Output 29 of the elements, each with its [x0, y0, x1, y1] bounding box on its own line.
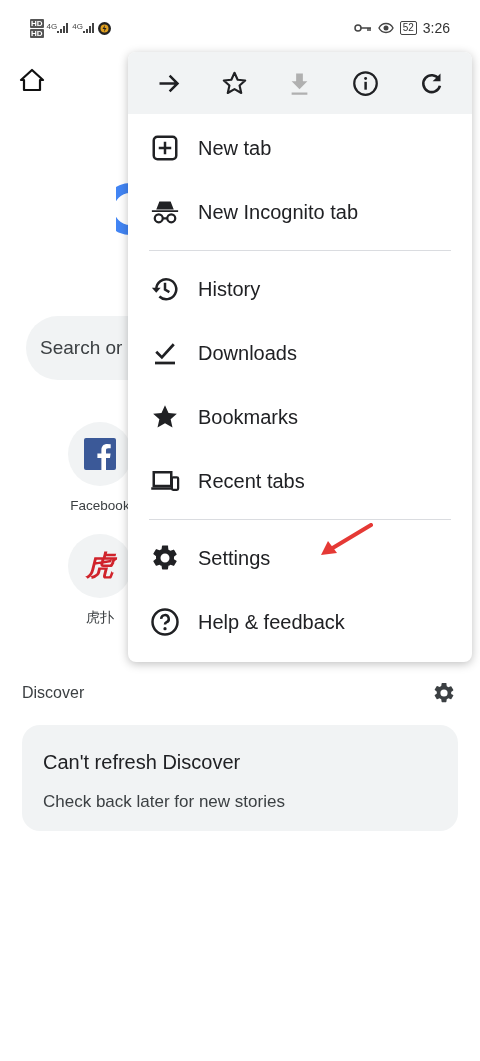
signal-icon: [57, 23, 70, 33]
menu-item[interactable]: New tab: [128, 116, 472, 180]
sim-badge: HD: [30, 18, 44, 28]
key-icon: [353, 23, 372, 33]
signal-icon: [82, 23, 95, 33]
facebook-icon: [84, 438, 116, 470]
sim-badge: HD: [30, 28, 44, 38]
network-label: 4G: [46, 23, 58, 31]
menu-item[interactable]: Recent tabs: [128, 449, 472, 513]
eye-icon: [377, 22, 394, 34]
help-icon: [150, 607, 180, 637]
menu-item[interactable]: Bookmarks: [128, 385, 472, 449]
plus-square-icon: [150, 133, 180, 163]
shortcut-label: 虎扑: [86, 609, 114, 628]
card-text: Check back later for new stories: [43, 790, 286, 813]
status-time: 3:26: [422, 18, 450, 38]
card-title: Can't refresh Discover: [43, 749, 242, 775]
battery-level: 52: [399, 21, 417, 35]
annotation-arrow: [319, 523, 373, 557]
shortcut-label: Facebook: [70, 497, 130, 515]
network-label: 4G: [72, 23, 83, 31]
home-icon[interactable]: [19, 68, 45, 92]
star-icon[interactable]: [220, 69, 249, 97]
charging-icon: [97, 21, 111, 35]
discover-title: Discover: [22, 682, 85, 703]
menu-item[interactable]: New Incognito tab: [128, 180, 472, 244]
settings-icon[interactable]: [432, 680, 456, 705]
settings-icon: [150, 543, 180, 573]
info-icon[interactable]: [351, 69, 380, 97]
